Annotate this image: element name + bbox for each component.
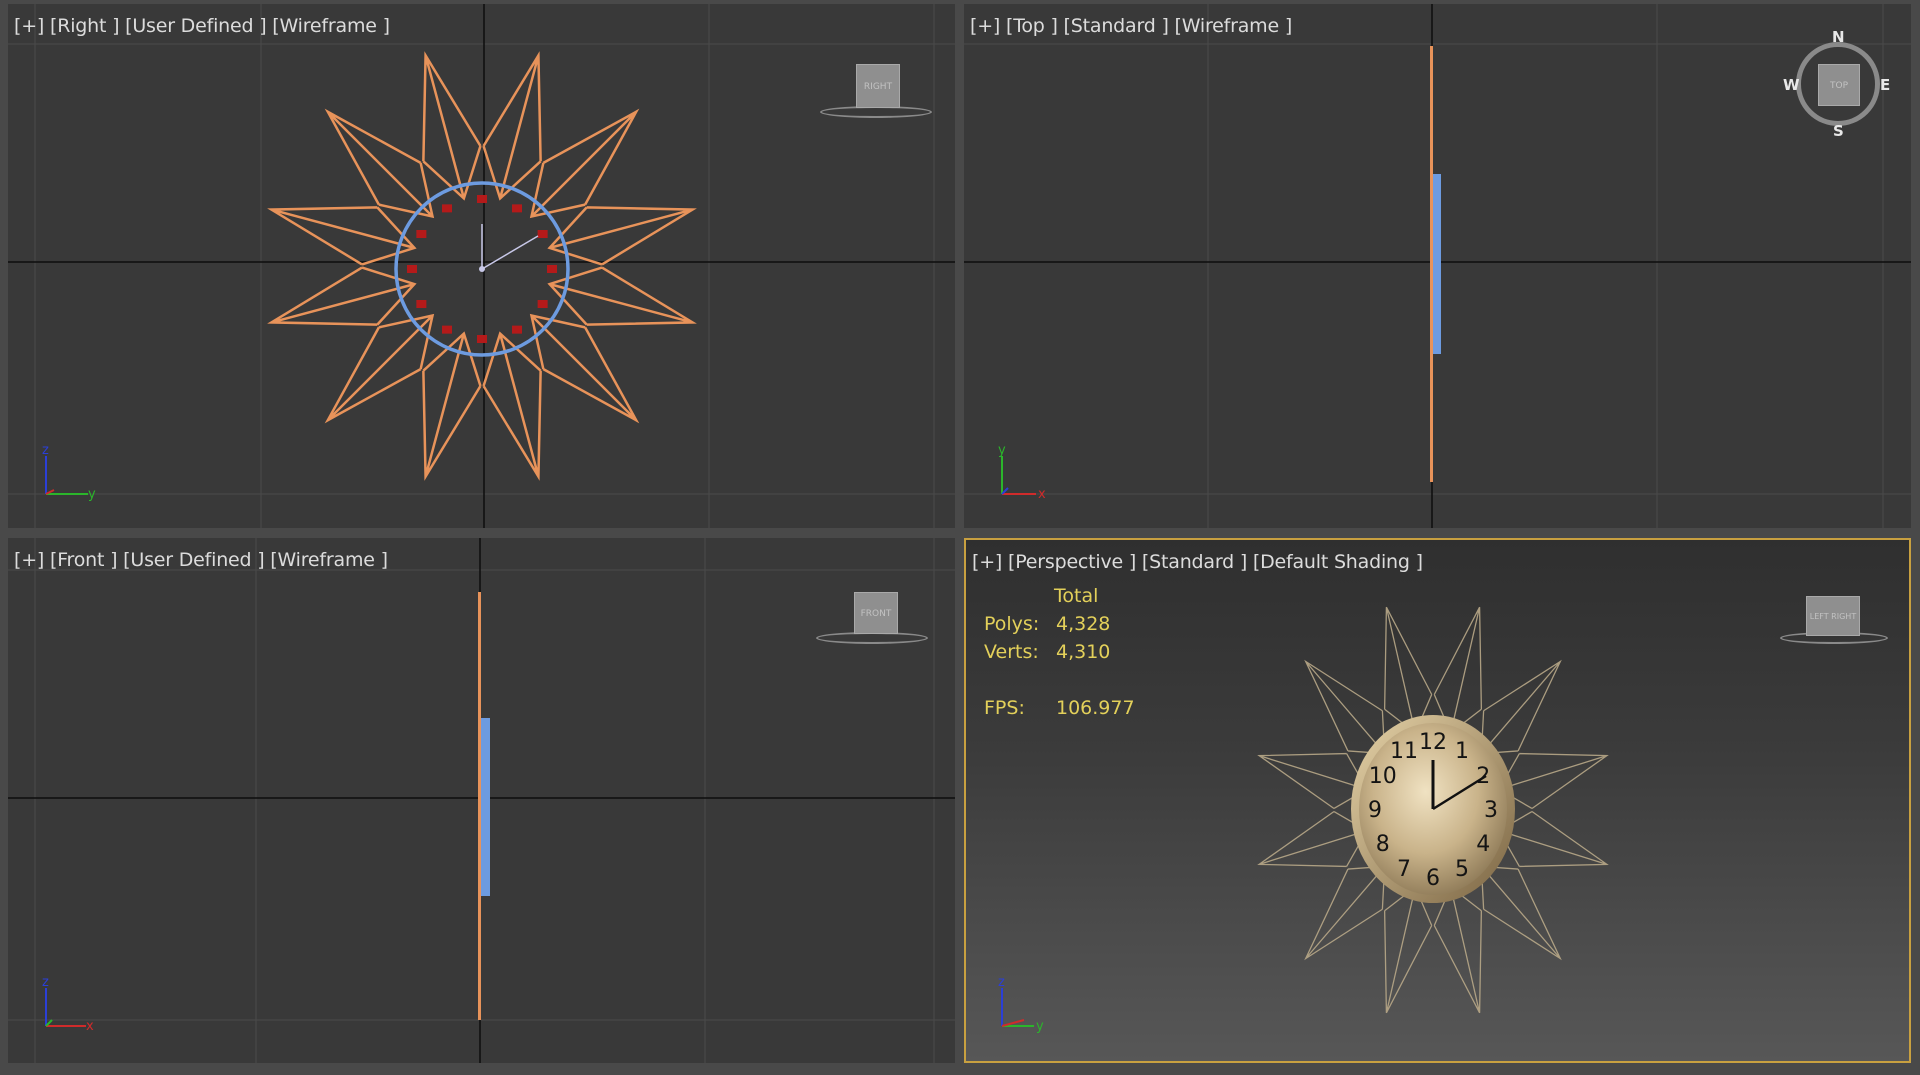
clock-minute-hand [481,235,539,270]
numeral-mark [512,204,522,213]
compass-south[interactable]: S [1833,122,1844,140]
axis-tripod: z y [998,975,1044,1034]
star-petal [529,108,640,219]
stats-fps-label: FPS: [984,697,1025,719]
clock-numeral: 6 [1426,866,1440,891]
numeral-mark [477,195,487,203]
viewport-label[interactable]: [+] [Perspective ] [Standard ] [Default … [972,551,1423,573]
star-petal [1257,810,1368,868]
clock-numeral: 8 [1376,832,1390,857]
star-petal [547,206,697,266]
numeral-mark [416,230,427,238]
star-petal [482,51,542,201]
viewcube-compass[interactable]: TOP N S E W [1783,28,1894,140]
axis-tripod: y x [998,443,1046,502]
clock-numeral: 9 [1368,798,1382,823]
axis-tripod: z y [42,443,96,502]
viewport-label[interactable]: [+] [Right ] [User Defined ] [Wireframe … [14,15,390,37]
stats-header: Total [1054,585,1099,607]
compass-east[interactable]: E [1880,76,1890,94]
svg-text:z: z [998,975,1005,990]
clock-face-edge [1433,174,1441,354]
axis-tripod: z x [42,975,94,1034]
stats-verts-value: 4,310 [1056,641,1111,663]
viewcube-face[interactable]: TOP [1818,64,1860,106]
viewport-top-scene [964,4,1911,528]
axis-label-z: z [42,443,49,458]
star-petal [1480,865,1562,961]
numeral-mark [537,300,548,308]
viewcube[interactable]: LEFT RIGHT [1780,592,1890,652]
clock-numeral: 1 [1455,739,1469,764]
stats-polys-value: 4,328 [1056,613,1111,635]
viewcube-face[interactable]: RIGHT [856,64,900,108]
numeral-mark [442,325,452,334]
clock-face-edge [481,718,490,896]
viewport-front[interactable]: [+] [Front ] [User Defined ] [Wireframe … [8,538,955,1063]
star-petal [267,206,417,266]
clock-numeral: 11 [1390,739,1418,764]
clock-numeral: 12 [1419,730,1447,755]
star-petal [1480,659,1562,755]
numeral-mark [407,265,417,273]
star-petal [1383,886,1433,1014]
clock-numeral: 10 [1369,764,1397,789]
numeral-mark [512,325,522,334]
viewport-front-scene [8,538,955,1063]
clock-numeral: 4 [1476,832,1490,857]
svg-text:y: y [1036,1019,1044,1034]
star-petal [529,313,640,424]
star-petal [547,266,697,326]
clock-star-edge [478,592,481,1020]
star-petal [324,313,435,424]
star-petal [1257,752,1368,810]
viewport-right[interactable]: [+] [Right ] [User Defined ] [Wireframe … [8,4,955,528]
star-petal [324,108,435,219]
star-petal [1304,659,1386,755]
clock-star-edge [1430,46,1433,482]
star-petal [267,266,417,326]
viewcube[interactable]: FRONT [816,588,928,648]
viewport-label[interactable]: [+] [Front ] [User Defined ] [Wireframe … [14,549,388,571]
numeral-mark [477,335,487,343]
stats-verts-label: Verts: [984,641,1039,663]
svg-text:z: z [42,975,49,990]
svg-text:y: y [998,443,1006,458]
numeral-mark [416,300,427,308]
numeral-mark [547,265,557,273]
star-petal [1498,810,1609,868]
viewport-label[interactable]: [+] [Top ] [Standard ] [Wireframe ] [970,15,1292,37]
clock-numeral: 3 [1484,798,1498,823]
star-petal [1433,886,1483,1014]
clock-numeral: 7 [1397,857,1411,882]
clock-numeral: 5 [1455,857,1469,882]
stats-polys-label: Polys: [984,613,1040,635]
numeral-mark [442,204,452,213]
star-petal [422,51,482,201]
viewport-right-scene [8,4,955,528]
star-petal [1498,752,1609,810]
svg-text:x: x [86,1019,94,1034]
viewcube-face[interactable]: FRONT [854,592,898,634]
svg-text:x: x [1038,487,1046,502]
star-petal [1304,865,1386,961]
viewcube-face[interactable]: LEFT RIGHT [1806,596,1860,636]
viewcube[interactable]: RIGHT [820,58,932,118]
compass-west[interactable]: W [1783,76,1800,94]
numeral-mark [537,230,548,238]
stats-fps-value: 106.977 [1056,697,1135,719]
compass-north[interactable]: N [1832,28,1845,46]
star-petal [1383,606,1433,734]
viewport-top[interactable]: [+] [Top ] [Standard ] [Wireframe ] TOP … [964,4,1911,528]
axis-label-y: y [88,487,96,502]
star-petal [1433,606,1483,734]
viewport-perspective[interactable]: 121234567891011 [+] [Perspective ] [Stan… [964,538,1911,1063]
